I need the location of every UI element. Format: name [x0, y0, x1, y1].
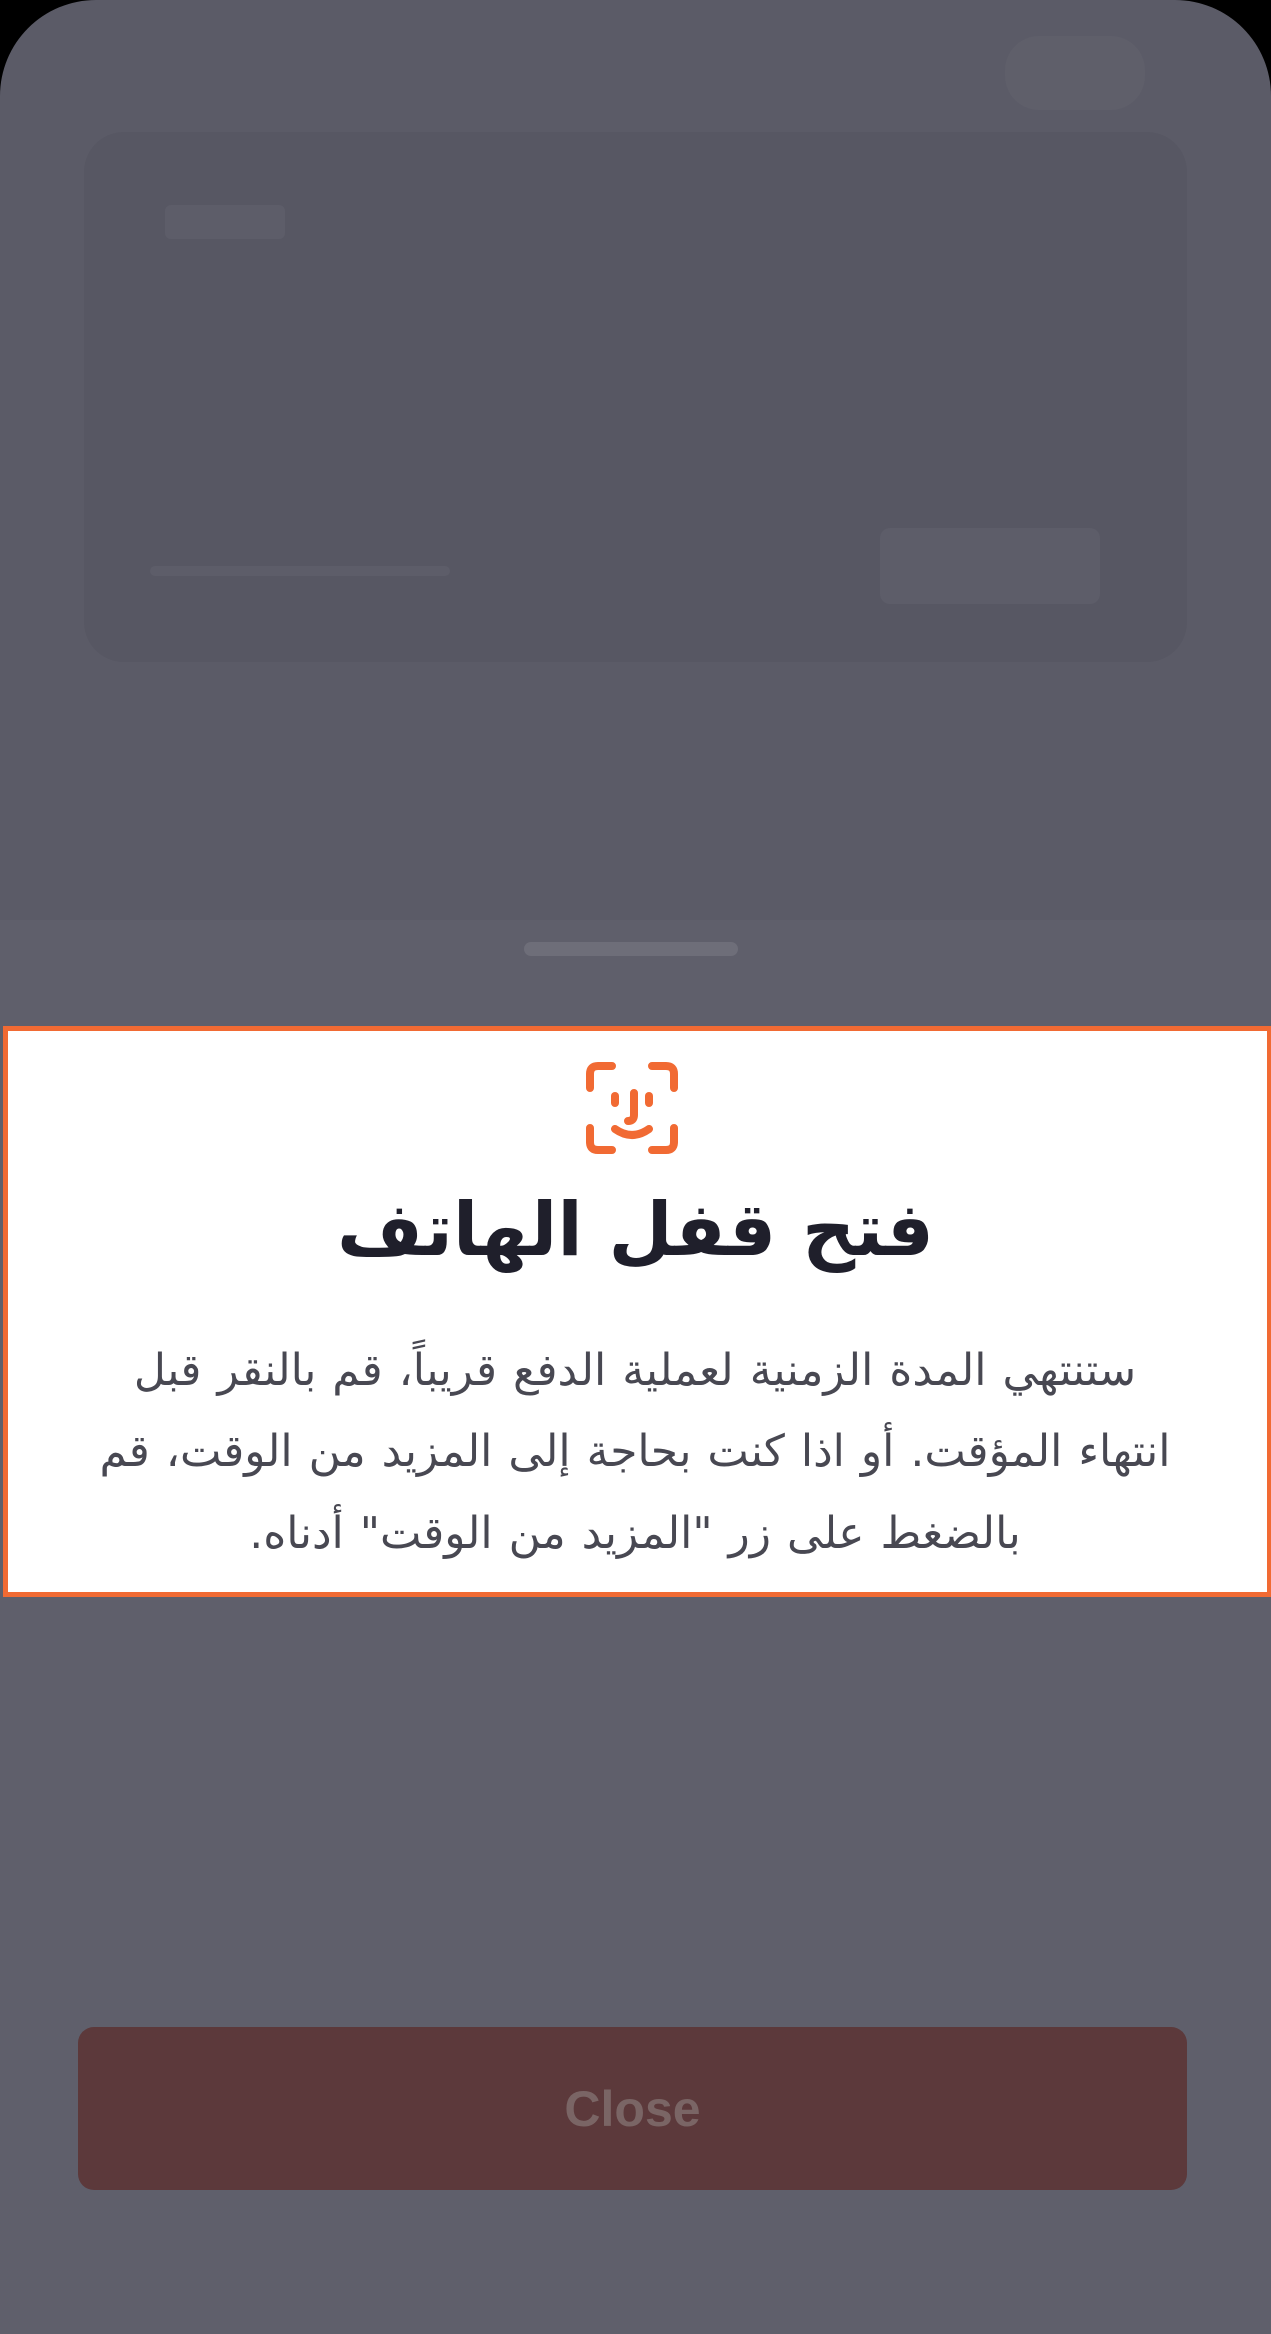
close-button[interactable]: Close	[78, 2027, 1187, 2190]
background-card-line	[150, 566, 450, 576]
sheet-grabber-handle[interactable]	[524, 942, 738, 956]
page-title: فتح قفل الهاتف	[337, 1187, 934, 1273]
face-id-icon	[586, 1062, 678, 1154]
background-card-label	[165, 205, 285, 239]
phone-screen: فتح قفل الهاتف ستنتهي المدة الزمنية لعمل…	[0, 0, 1271, 2334]
background-status-chip	[1005, 36, 1145, 110]
timeout-message: ستنتهي المدة الزمنية لعملية الدفع قريباً…	[99, 1345, 1171, 1559]
background-card-amount	[880, 528, 1100, 604]
